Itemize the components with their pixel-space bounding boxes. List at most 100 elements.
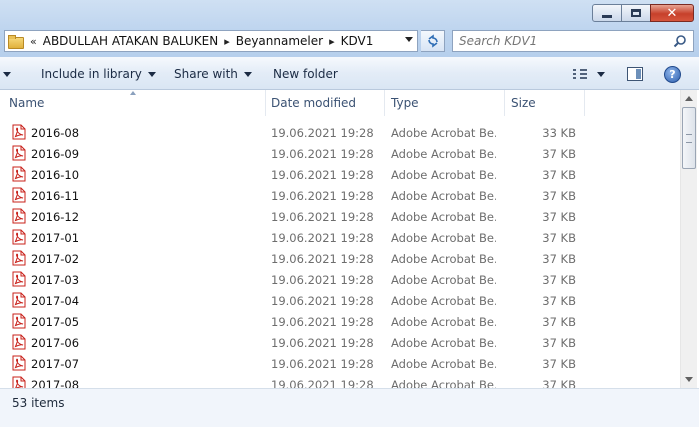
file-row[interactable]: 2016-12 19.06.2021 19:28 Adobe Acrobat Be.… bbox=[0, 206, 680, 227]
file-row[interactable]: 2016-10 19.06.2021 19:28 Adobe Acrobat Be.… bbox=[0, 164, 680, 185]
column-header-label: Name bbox=[9, 96, 45, 110]
window-controls: ✕ bbox=[592, 4, 694, 22]
file-type: Adobe Acrobat Be... bbox=[391, 252, 496, 266]
file-type: Adobe Acrobat Be... bbox=[391, 273, 496, 287]
file-rows: 2016-08 19.06.2021 19:28 Adobe Acrobat Be.… bbox=[0, 122, 680, 388]
pdf-file-icon bbox=[12, 355, 26, 371]
file-row[interactable]: 2017-02 19.06.2021 19:28 Adobe Acrobat Be.… bbox=[0, 248, 680, 269]
column-header-label: Date modified bbox=[271, 96, 357, 110]
scroll-down-arrow-icon[interactable] bbox=[685, 377, 693, 382]
file-type: Adobe Acrobat Be... bbox=[391, 168, 496, 182]
column-header-date[interactable]: Date modified bbox=[266, 90, 385, 116]
file-type: Adobe Acrobat Be... bbox=[391, 189, 496, 203]
organize-dropdown-caret[interactable] bbox=[3, 72, 11, 77]
file-name: 2017-03 bbox=[31, 273, 80, 287]
refresh-button[interactable] bbox=[421, 30, 445, 52]
file-name: 2017-02 bbox=[31, 252, 80, 266]
file-date-modified: 19.06.2021 19:28 bbox=[271, 168, 374, 182]
sort-ascending-icon bbox=[130, 91, 136, 95]
views-icon[interactable] bbox=[573, 69, 587, 80]
file-row[interactable]: 2017-06 19.06.2021 19:28 Adobe Acrobat Be.… bbox=[0, 332, 680, 353]
file-type: Adobe Acrobat Be... bbox=[391, 315, 496, 329]
file-date-modified: 19.06.2021 19:28 bbox=[271, 189, 374, 203]
file-list[interactable]: Name Date modified Type Size 2016-08 19.0… bbox=[0, 90, 680, 388]
file-date-modified: 19.06.2021 19:28 bbox=[271, 357, 374, 371]
file-size: 37 KB bbox=[542, 273, 576, 287]
file-size: 37 KB bbox=[542, 189, 576, 203]
chevron-down-icon bbox=[243, 71, 252, 77]
file-date-modified: 19.06.2021 19:28 bbox=[271, 378, 374, 388]
column-header-type[interactable]: Type bbox=[385, 90, 505, 116]
file-date-modified: 19.06.2021 19:28 bbox=[271, 294, 374, 308]
address-bar[interactable]: « ABDULLAH ATAKAN BALUKEN ▸ Beyannameler… bbox=[4, 30, 418, 52]
file-date-modified: 19.06.2021 19:28 bbox=[271, 210, 374, 224]
file-row[interactable]: 2017-05 19.06.2021 19:28 Adobe Acrobat Be.… bbox=[0, 311, 680, 332]
share-with-button[interactable]: Share with bbox=[174, 67, 252, 81]
minimize-icon bbox=[602, 14, 612, 18]
pdf-file-icon bbox=[12, 250, 26, 266]
file-size: 33 KB bbox=[542, 126, 576, 140]
help-icon[interactable]: ? bbox=[664, 66, 681, 83]
file-name: 2017-08 bbox=[31, 378, 80, 388]
scrollbar-thumb[interactable] bbox=[682, 107, 696, 169]
search-input[interactable] bbox=[453, 34, 663, 48]
column-header-label: Size bbox=[511, 96, 536, 110]
pdf-file-icon bbox=[12, 376, 26, 388]
search-icon[interactable] bbox=[673, 34, 687, 48]
file-date-modified: 19.06.2021 19:28 bbox=[271, 252, 374, 266]
column-header-name[interactable]: Name bbox=[0, 90, 266, 116]
window-chrome: ✕ « ABDULLAH ATAKAN BALUKEN ▸ Beyannamel… bbox=[0, 0, 699, 57]
address-history-dropdown[interactable] bbox=[405, 37, 413, 42]
file-type: Adobe Acrobat Be... bbox=[391, 147, 496, 161]
file-row[interactable]: 2017-04 19.06.2021 19:28 Adobe Acrobat Be.… bbox=[0, 290, 680, 311]
file-row[interactable]: 2017-07 19.06.2021 19:28 Adobe Acrobat Be.… bbox=[0, 353, 680, 374]
file-row[interactable]: 2016-08 19.06.2021 19:28 Adobe Acrobat Be.… bbox=[0, 122, 680, 143]
maximize-icon bbox=[631, 9, 641, 17]
file-row[interactable]: 2016-11 19.06.2021 19:28 Adobe Acrobat Be.… bbox=[0, 185, 680, 206]
include-in-library-label: Include in library bbox=[41, 67, 142, 81]
pdf-file-icon bbox=[12, 124, 26, 140]
breadcrumb-item[interactable]: ABDULLAH ATAKAN BALUKEN bbox=[43, 34, 218, 48]
chevron-right-icon[interactable]: ▸ bbox=[224, 35, 230, 48]
file-date-modified: 19.06.2021 19:28 bbox=[271, 336, 374, 350]
file-name: 2017-04 bbox=[31, 294, 80, 308]
close-button[interactable]: ✕ bbox=[650, 4, 694, 22]
scroll-up-arrow-icon[interactable] bbox=[685, 96, 693, 101]
file-row[interactable]: 2017-01 19.06.2021 19:28 Adobe Acrobat Be.… bbox=[0, 227, 680, 248]
file-date-modified: 19.06.2021 19:28 bbox=[271, 231, 374, 245]
file-name: 2016-10 bbox=[31, 168, 80, 182]
command-bar: Include in library Share with New folder… bbox=[0, 57, 699, 90]
file-size: 37 KB bbox=[542, 231, 576, 245]
pdf-file-icon bbox=[12, 334, 26, 350]
file-size: 37 KB bbox=[542, 210, 576, 224]
breadcrumb-item[interactable]: KDV1 bbox=[341, 34, 374, 48]
file-name: 2016-09 bbox=[31, 147, 80, 161]
new-folder-button[interactable]: New folder bbox=[273, 67, 338, 81]
views-dropdown-caret[interactable] bbox=[597, 72, 605, 77]
file-size: 37 KB bbox=[542, 336, 576, 350]
breadcrumb-item[interactable]: Beyannameler bbox=[236, 34, 323, 48]
folder-icon bbox=[8, 35, 24, 49]
search-box[interactable] bbox=[452, 30, 694, 52]
include-in-library-button[interactable]: Include in library bbox=[41, 67, 156, 81]
file-row[interactable]: 2016-09 19.06.2021 19:28 Adobe Acrobat Be.… bbox=[0, 143, 680, 164]
column-header-size[interactable]: Size bbox=[505, 90, 585, 116]
vertical-scrollbar[interactable] bbox=[680, 90, 697, 388]
file-date-modified: 19.06.2021 19:28 bbox=[271, 315, 374, 329]
file-type: Adobe Acrobat Be... bbox=[391, 231, 496, 245]
preview-pane-icon[interactable] bbox=[627, 67, 643, 81]
maximize-button[interactable] bbox=[621, 4, 651, 22]
pdf-file-icon bbox=[12, 229, 26, 245]
minimize-button[interactable] bbox=[592, 4, 622, 22]
file-row[interactable]: 2017-08 19.06.2021 19:28 Adobe Acrobat Be.… bbox=[0, 374, 680, 388]
chevron-right-icon[interactable]: ▸ bbox=[329, 35, 335, 48]
file-date-modified: 19.06.2021 19:28 bbox=[271, 273, 374, 287]
file-size: 37 KB bbox=[542, 315, 576, 329]
file-date-modified: 19.06.2021 19:28 bbox=[271, 126, 374, 140]
chevron-down-icon bbox=[147, 71, 156, 77]
file-row[interactable]: 2017-03 19.06.2021 19:28 Adobe Acrobat Be.… bbox=[0, 269, 680, 290]
file-type: Adobe Acrobat Be... bbox=[391, 336, 496, 350]
file-size: 37 KB bbox=[542, 147, 576, 161]
file-size: 37 KB bbox=[542, 357, 576, 371]
breadcrumb-overflow[interactable]: « bbox=[30, 35, 37, 48]
